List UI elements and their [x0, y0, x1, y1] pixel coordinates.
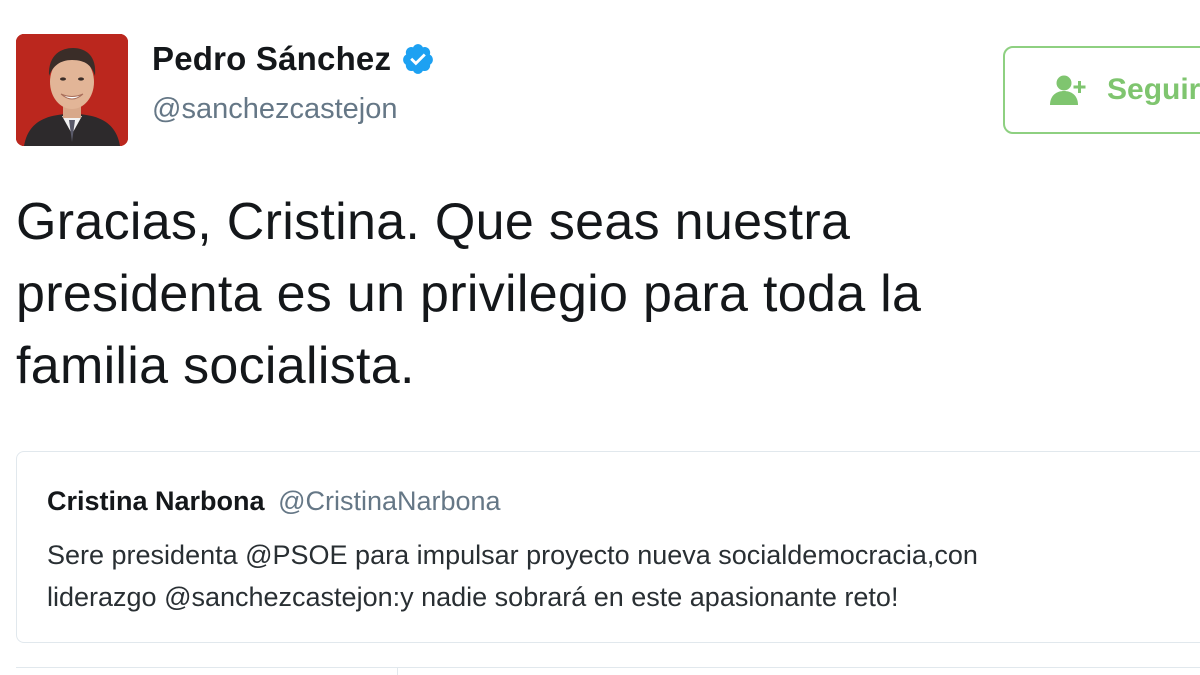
avatar[interactable] — [16, 34, 128, 146]
author-handle[interactable]: @sanchezcastejon — [152, 93, 397, 126]
add-user-icon — [1049, 73, 1089, 107]
quoted-text-line: Sere presidenta @PSOE para impulsar proy… — [47, 540, 978, 570]
avatar-photo — [16, 34, 128, 146]
bottom-divider — [16, 667, 1200, 668]
bottom-divider-tick — [397, 667, 398, 675]
quoted-tweet-text: Sere presidenta @PSOE para impulsar proy… — [47, 534, 978, 618]
follow-button-label: Seguir — [1107, 73, 1200, 106]
verified-badge-icon — [401, 42, 435, 76]
tweet-text: Gracias, Cristina. Que seas nuestra pres… — [16, 186, 1166, 402]
tweet-text-line: familia socialista. — [16, 337, 415, 395]
quoted-text-line: liderazgo @sanchezcastejon:y nadie sobra… — [47, 582, 899, 612]
quoted-tweet[interactable]: Cristina Narbona @CristinaNarbona Sere p… — [16, 451, 1200, 643]
tweet-text-line: Gracias, Cristina. Que seas nuestra — [16, 193, 851, 251]
tweet-text-line: presidenta es un privilegio para toda la — [16, 265, 922, 323]
quoted-author-handle: @CristinaNarbona — [278, 486, 501, 516]
tweet-card: Pedro Sánchez @sanchezcastejon Seguir Gr… — [0, 0, 1200, 675]
quoted-author-name: Cristina Narbona — [47, 486, 265, 516]
follow-button[interactable]: Seguir — [1003, 46, 1200, 134]
author-name-text[interactable]: Pedro Sánchez — [152, 40, 391, 78]
author-name[interactable]: Pedro Sánchez — [152, 40, 435, 78]
quoted-tweet-header: Cristina Narbona @CristinaNarbona — [47, 486, 501, 517]
